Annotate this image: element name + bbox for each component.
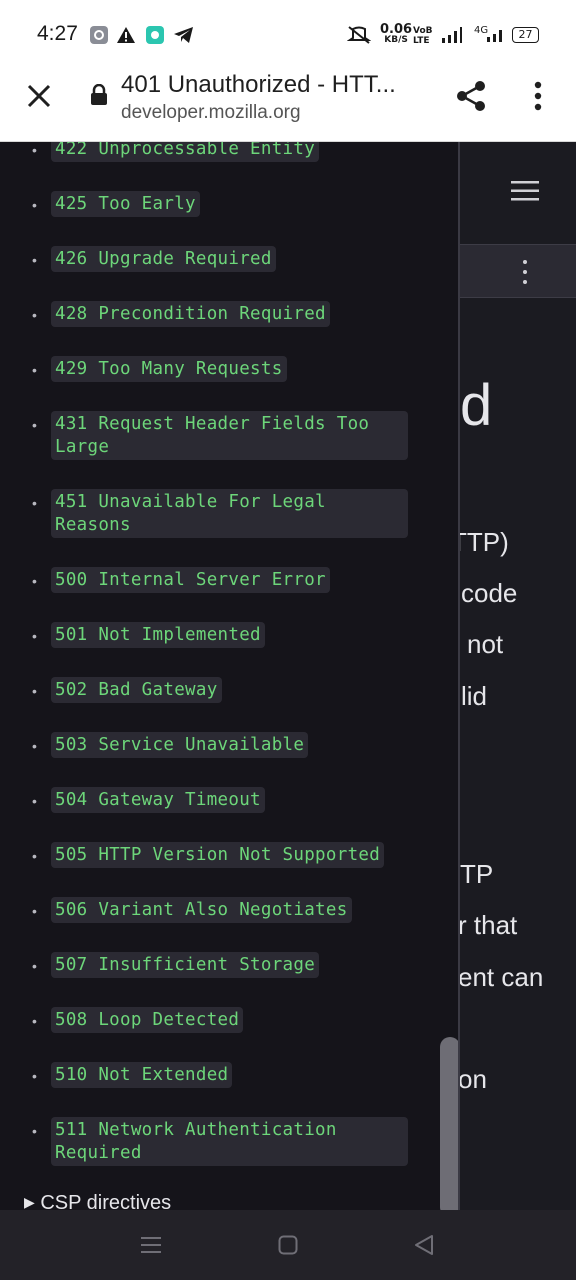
warning-icon [117, 27, 135, 43]
bullet: • [32, 903, 37, 919]
more-options-icon[interactable] [533, 81, 543, 111]
page-domain[interactable]: developer.mozilla.org [121, 102, 301, 124]
bg-heading-fragment: d [460, 373, 493, 438]
disclosure-triangle-icon: ▶ [24, 1194, 35, 1210]
home-icon[interactable] [278, 1235, 298, 1255]
bullet: • [32, 1068, 37, 1084]
sidebar-menu: • 422 Unprocessable Entity • 425 Too Early… [0, 142, 460, 1210]
status-code-link[interactable]: 428 Precondition Required [51, 301, 330, 327]
status-code-link[interactable]: 429 Too Many Requests [51, 356, 287, 382]
status-code-link[interactable]: 511 Network Authentication Required [51, 1117, 408, 1166]
bullet: • [32, 793, 37, 809]
browser-toolbar: 401 Unauthorized - HTT... developer.mozi… [0, 66, 576, 142]
bg-text-fragment: TTP) [460, 527, 509, 557]
back-icon[interactable] [414, 1234, 434, 1256]
signal-icon-2 [487, 30, 502, 42]
recent-apps-icon[interactable] [141, 1235, 161, 1255]
bullet: • [32, 628, 37, 644]
status-code-link[interactable]: 503 Service Unavailable [51, 732, 309, 758]
bg-text-fragment: code [461, 578, 518, 608]
mute-icon [347, 26, 371, 44]
bullet: • [32, 362, 37, 378]
csp-directives-label: CSP directives [40, 1192, 172, 1210]
bullet: • [32, 958, 37, 974]
bullet: • [32, 417, 37, 433]
status-code-link[interactable]: 501 Not Implemented [51, 622, 265, 648]
status-code-link[interactable]: 500 Internal Server Error [51, 567, 330, 593]
scrollbar-thumb[interactable] [440, 1037, 458, 1210]
bullet: • [32, 738, 37, 754]
status-code-link[interactable]: 422 Unprocessable Entity [51, 142, 320, 162]
csp-directives-toggle[interactable]: ▶ CSP directives [24, 1192, 171, 1210]
background-page: d TTP) code not lid TP r that ent can on [460, 142, 576, 1210]
bullet: • [32, 197, 37, 213]
bullet: • [32, 142, 37, 158]
bullet: • [32, 307, 37, 323]
bg-text-fragment: not [467, 629, 504, 659]
bullet: • [32, 1123, 37, 1139]
status-bar: 4:27 0.06 KB/S VoB LTE 4G 27 [0, 0, 576, 66]
bg-text-fragment: TP [460, 859, 494, 889]
kebab-menu-icon[interactable] [522, 259, 528, 285]
status-code-link[interactable]: 504 Gateway Timeout [51, 787, 265, 813]
net-speed: 0.06 KB/S [380, 22, 413, 45]
close-icon[interactable] [26, 83, 52, 109]
status-code-link[interactable]: 431 Request Header Fields Too Large [51, 411, 408, 460]
status-code-link[interactable]: 505 HTTP Version Not Supported [51, 842, 385, 868]
telegram-icon [174, 27, 193, 43]
clock: 4:27 [37, 22, 78, 45]
status-code-link[interactable]: 506 Variant Also Negotiates [51, 897, 352, 923]
signal-icon [442, 27, 462, 43]
hamburger-menu-icon[interactable] [511, 180, 539, 202]
status-code-link[interactable]: 508 Loop Detected [51, 1007, 244, 1033]
status-code-link[interactable]: 425 Too Early [51, 191, 200, 217]
bullet: • [32, 495, 37, 511]
bg-text-fragment: lid [461, 681, 488, 711]
volte-indicator: VoB LTE [413, 26, 433, 46]
status-code-link[interactable]: 426 Upgrade Required [51, 246, 276, 272]
bg-text-fragment: ent can [460, 962, 544, 992]
bg-text-fragment: r that [460, 910, 518, 940]
settings-app-icon [90, 26, 108, 44]
bullet: • [32, 573, 37, 589]
page-toolbar [460, 244, 576, 298]
status-code-link[interactable]: 510 Not Extended [51, 1062, 233, 1088]
system-nav-bar [0, 1210, 576, 1280]
bullet: • [32, 252, 37, 268]
status-code-link[interactable]: 451 Unavailable For Legal Reasons [51, 489, 408, 538]
battery-icon: 27 [512, 27, 539, 43]
bg-text-fragment: on [460, 1064, 487, 1094]
page-title[interactable]: 401 Unauthorized - HTT... [121, 71, 396, 99]
app-icon [146, 26, 164, 44]
bullet: • [32, 683, 37, 699]
lock-icon [91, 84, 107, 105]
status-code-link[interactable]: 507 Insufficient Storage [51, 952, 320, 978]
bullet: • [32, 1013, 37, 1029]
status-code-link[interactable]: 502 Bad Gateway [51, 677, 222, 703]
share-icon[interactable] [455, 80, 487, 112]
bullet: • [32, 848, 37, 864]
